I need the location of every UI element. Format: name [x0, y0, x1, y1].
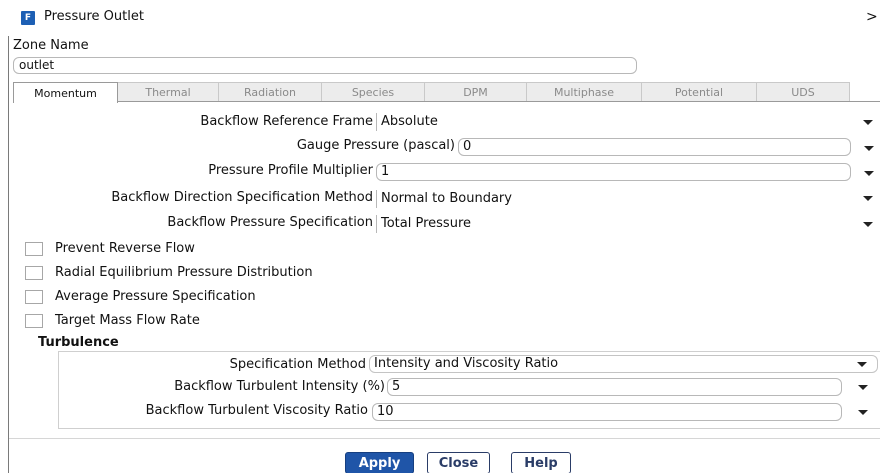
apply-button[interactable]: Apply [345, 452, 414, 473]
chevron-right-icon[interactable]: > [866, 9, 878, 25]
backflow-pressure-spec-dropdown[interactable]: Total Pressure [376, 215, 856, 233]
average-pressure-checkbox[interactable] [25, 290, 43, 304]
backflow-direction-method-label: Backflow Direction Specification Method [111, 190, 373, 205]
tab-thermal[interactable]: Thermal [117, 82, 219, 102]
tab-potential[interactable]: Potential [641, 82, 757, 102]
radial-equilibrium-label: Radial Equilibrium Pressure Distribution [55, 265, 313, 280]
tab-divider [13, 101, 880, 102]
specification-method-label: Specification Method [229, 357, 366, 372]
target-mass-flow-label: Target Mass Flow Rate [55, 313, 200, 328]
backflow-pressure-spec-label: Backflow Pressure Specification [167, 215, 373, 230]
turbulence-section-title: Turbulence [38, 335, 119, 350]
backflow-reference-frame-dropdown[interactable]: Absolute [376, 113, 856, 131]
prevent-reverse-flow-checkbox[interactable] [25, 242, 43, 256]
tab-bar: Momentum Thermal Radiation Species DPM M… [13, 82, 880, 103]
chevron-down-icon[interactable] [863, 222, 873, 228]
title-bar: F Pressure Outlet > [0, 0, 880, 36]
backflow-direction-method-dropdown[interactable]: Normal to Boundary [376, 190, 856, 208]
tab-multiphase[interactable]: Multiphase [526, 82, 642, 102]
turbulent-intensity-label: Backflow Turbulent Intensity (%) [174, 379, 385, 394]
radial-equilibrium-checkbox[interactable] [25, 266, 43, 280]
prevent-reverse-flow-label: Prevent Reverse Flow [55, 241, 195, 256]
chevron-down-icon[interactable] [863, 196, 873, 202]
backflow-reference-frame-label: Backflow Reference Frame [200, 114, 373, 129]
close-button[interactable]: Close [427, 452, 490, 473]
gauge-pressure-label: Gauge Pressure (pascal) [296, 138, 455, 153]
window-title: Pressure Outlet [44, 9, 144, 24]
tab-species[interactable]: Species [321, 82, 425, 102]
turbulent-viscosity-ratio-label: Backflow Turbulent Viscosity Ratio [145, 403, 368, 418]
turbulent-intensity-input[interactable]: 5 [387, 378, 842, 396]
pressure-profile-multiplier-label: Pressure Profile Multiplier [208, 163, 373, 178]
average-pressure-label: Average Pressure Specification [55, 289, 256, 304]
tab-uds[interactable]: UDS [756, 82, 850, 102]
specification-method-dropdown[interactable]: Intensity and Viscosity Ratio [369, 355, 878, 373]
chevron-down-icon[interactable] [858, 410, 868, 416]
tab-momentum[interactable]: Momentum [13, 82, 118, 103]
gauge-pressure-input[interactable]: 0 [458, 138, 851, 156]
zone-name-label: Zone Name [13, 38, 89, 53]
zone-name-input[interactable]: outlet [13, 57, 637, 74]
turbulent-viscosity-ratio-input[interactable]: 10 [372, 403, 842, 421]
chevron-down-icon[interactable] [863, 120, 873, 126]
target-mass-flow-checkbox[interactable] [25, 314, 43, 328]
app-icon: F [21, 11, 35, 25]
tab-radiation[interactable]: Radiation [218, 82, 322, 102]
footer-divider [9, 438, 880, 439]
chevron-down-icon[interactable] [857, 362, 867, 368]
tab-dpm[interactable]: DPM [424, 82, 527, 102]
help-button[interactable]: Help [511, 452, 571, 473]
chevron-down-icon[interactable] [864, 171, 874, 177]
chevron-down-icon[interactable] [864, 146, 874, 152]
pressure-profile-multiplier-input[interactable]: 1 [376, 163, 851, 181]
panel-border [8, 36, 9, 473]
chevron-down-icon[interactable] [858, 385, 868, 391]
